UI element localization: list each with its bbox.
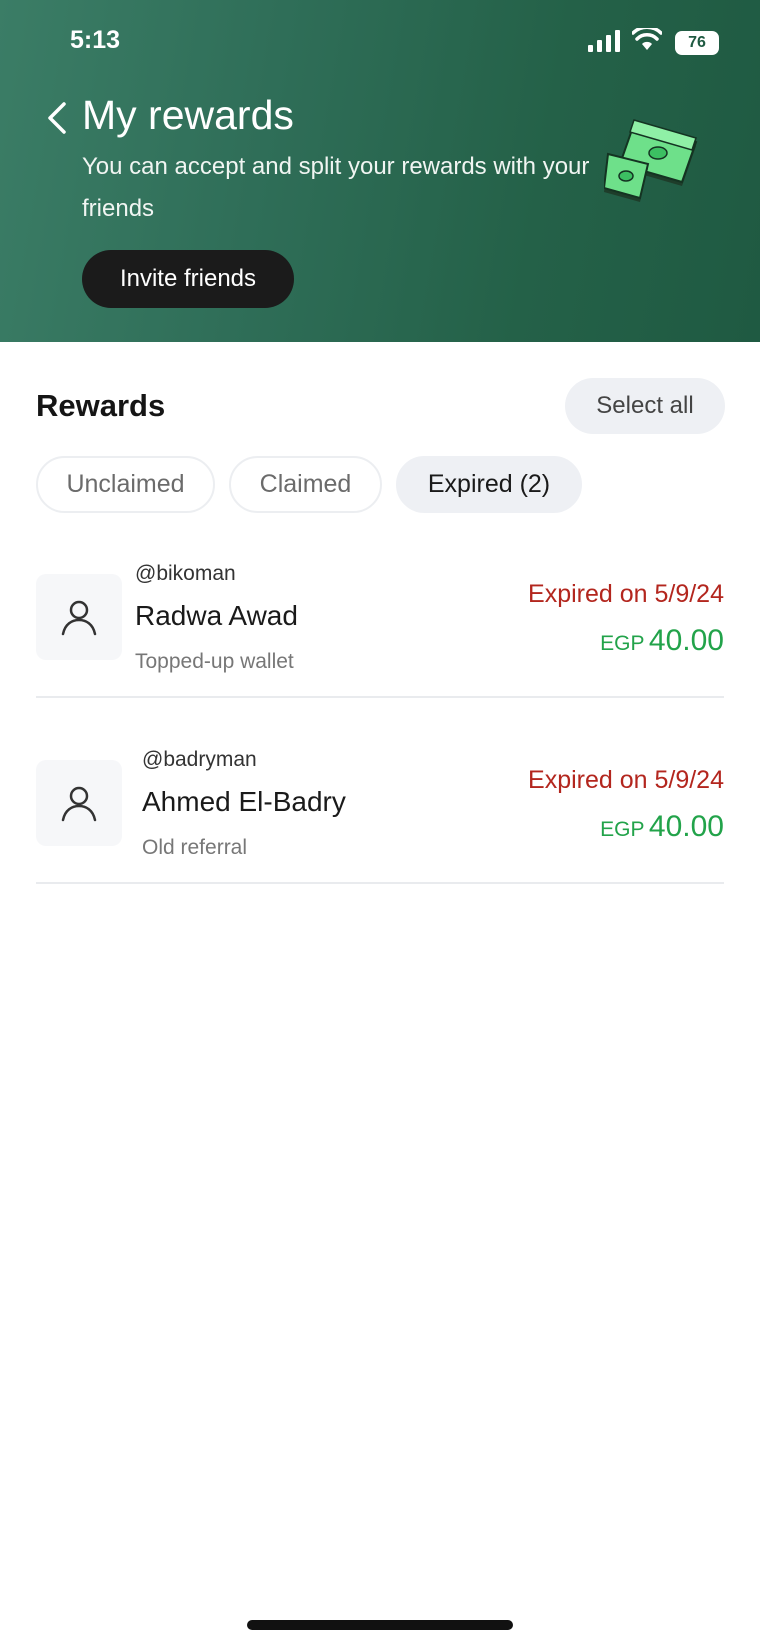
avatar <box>36 760 122 846</box>
cash-stack-icon <box>604 119 698 202</box>
reward-reason: Topped-up wallet <box>135 650 294 673</box>
expiry-status: Expired on 5/9/24 <box>528 766 724 794</box>
reward-amount: EGP 40.00 <box>600 624 724 658</box>
tab-claimed[interactable]: Claimed <box>229 456 382 513</box>
user-name: Radwa Awad <box>135 600 298 631</box>
reward-reason: Old referral <box>142 836 248 859</box>
avatar <box>36 574 122 660</box>
page-title: My rewards <box>82 92 294 138</box>
battery-level: 76 <box>688 34 706 51</box>
expiry-status: Expired on 5/9/24 <box>528 580 724 608</box>
amount-value: 40.00 <box>648 810 724 843</box>
cellular-signal-icon <box>588 30 620 52</box>
user-handle: @bikoman <box>135 562 236 585</box>
rewards-section-title: Rewards <box>36 388 166 423</box>
user-icon <box>61 600 97 636</box>
tab-expired[interactable]: Expired (2) <box>396 456 582 513</box>
select-all-button[interactable]: Select all <box>565 378 725 434</box>
user-handle: @badryman <box>142 748 257 771</box>
back-button[interactable] <box>40 96 76 140</box>
currency-label: EGP <box>600 818 645 841</box>
battery-indicator: 76 <box>675 31 719 55</box>
header-banner: 5:13 76 My rewards You can accept and sp… <box>0 0 760 342</box>
chevron-left-icon <box>48 102 66 134</box>
invite-friends-button[interactable]: Invite friends <box>82 250 294 308</box>
user-icon <box>61 786 97 822</box>
reward-amount: EGP 40.00 <box>600 810 724 844</box>
wifi-icon <box>632 28 662 50</box>
status-bar: 5:13 76 <box>0 0 760 90</box>
status-time: 5:13 <box>70 26 121 54</box>
reward-list-item[interactable]: @bikoman Radwa Awad Topped-up wallet Exp… <box>36 558 724 698</box>
page-subtitle: You can accept and split your rewards wi… <box>82 153 590 222</box>
reward-list-item[interactable]: @badryman Ahmed El-Badry Old referral Ex… <box>36 744 724 884</box>
currency-label: EGP <box>600 632 645 655</box>
amount-value: 40.00 <box>648 624 724 657</box>
tab-unclaimed[interactable]: Unclaimed <box>36 456 215 513</box>
user-name: Ahmed El-Badry <box>142 786 346 817</box>
home-indicator[interactable] <box>247 1620 513 1630</box>
